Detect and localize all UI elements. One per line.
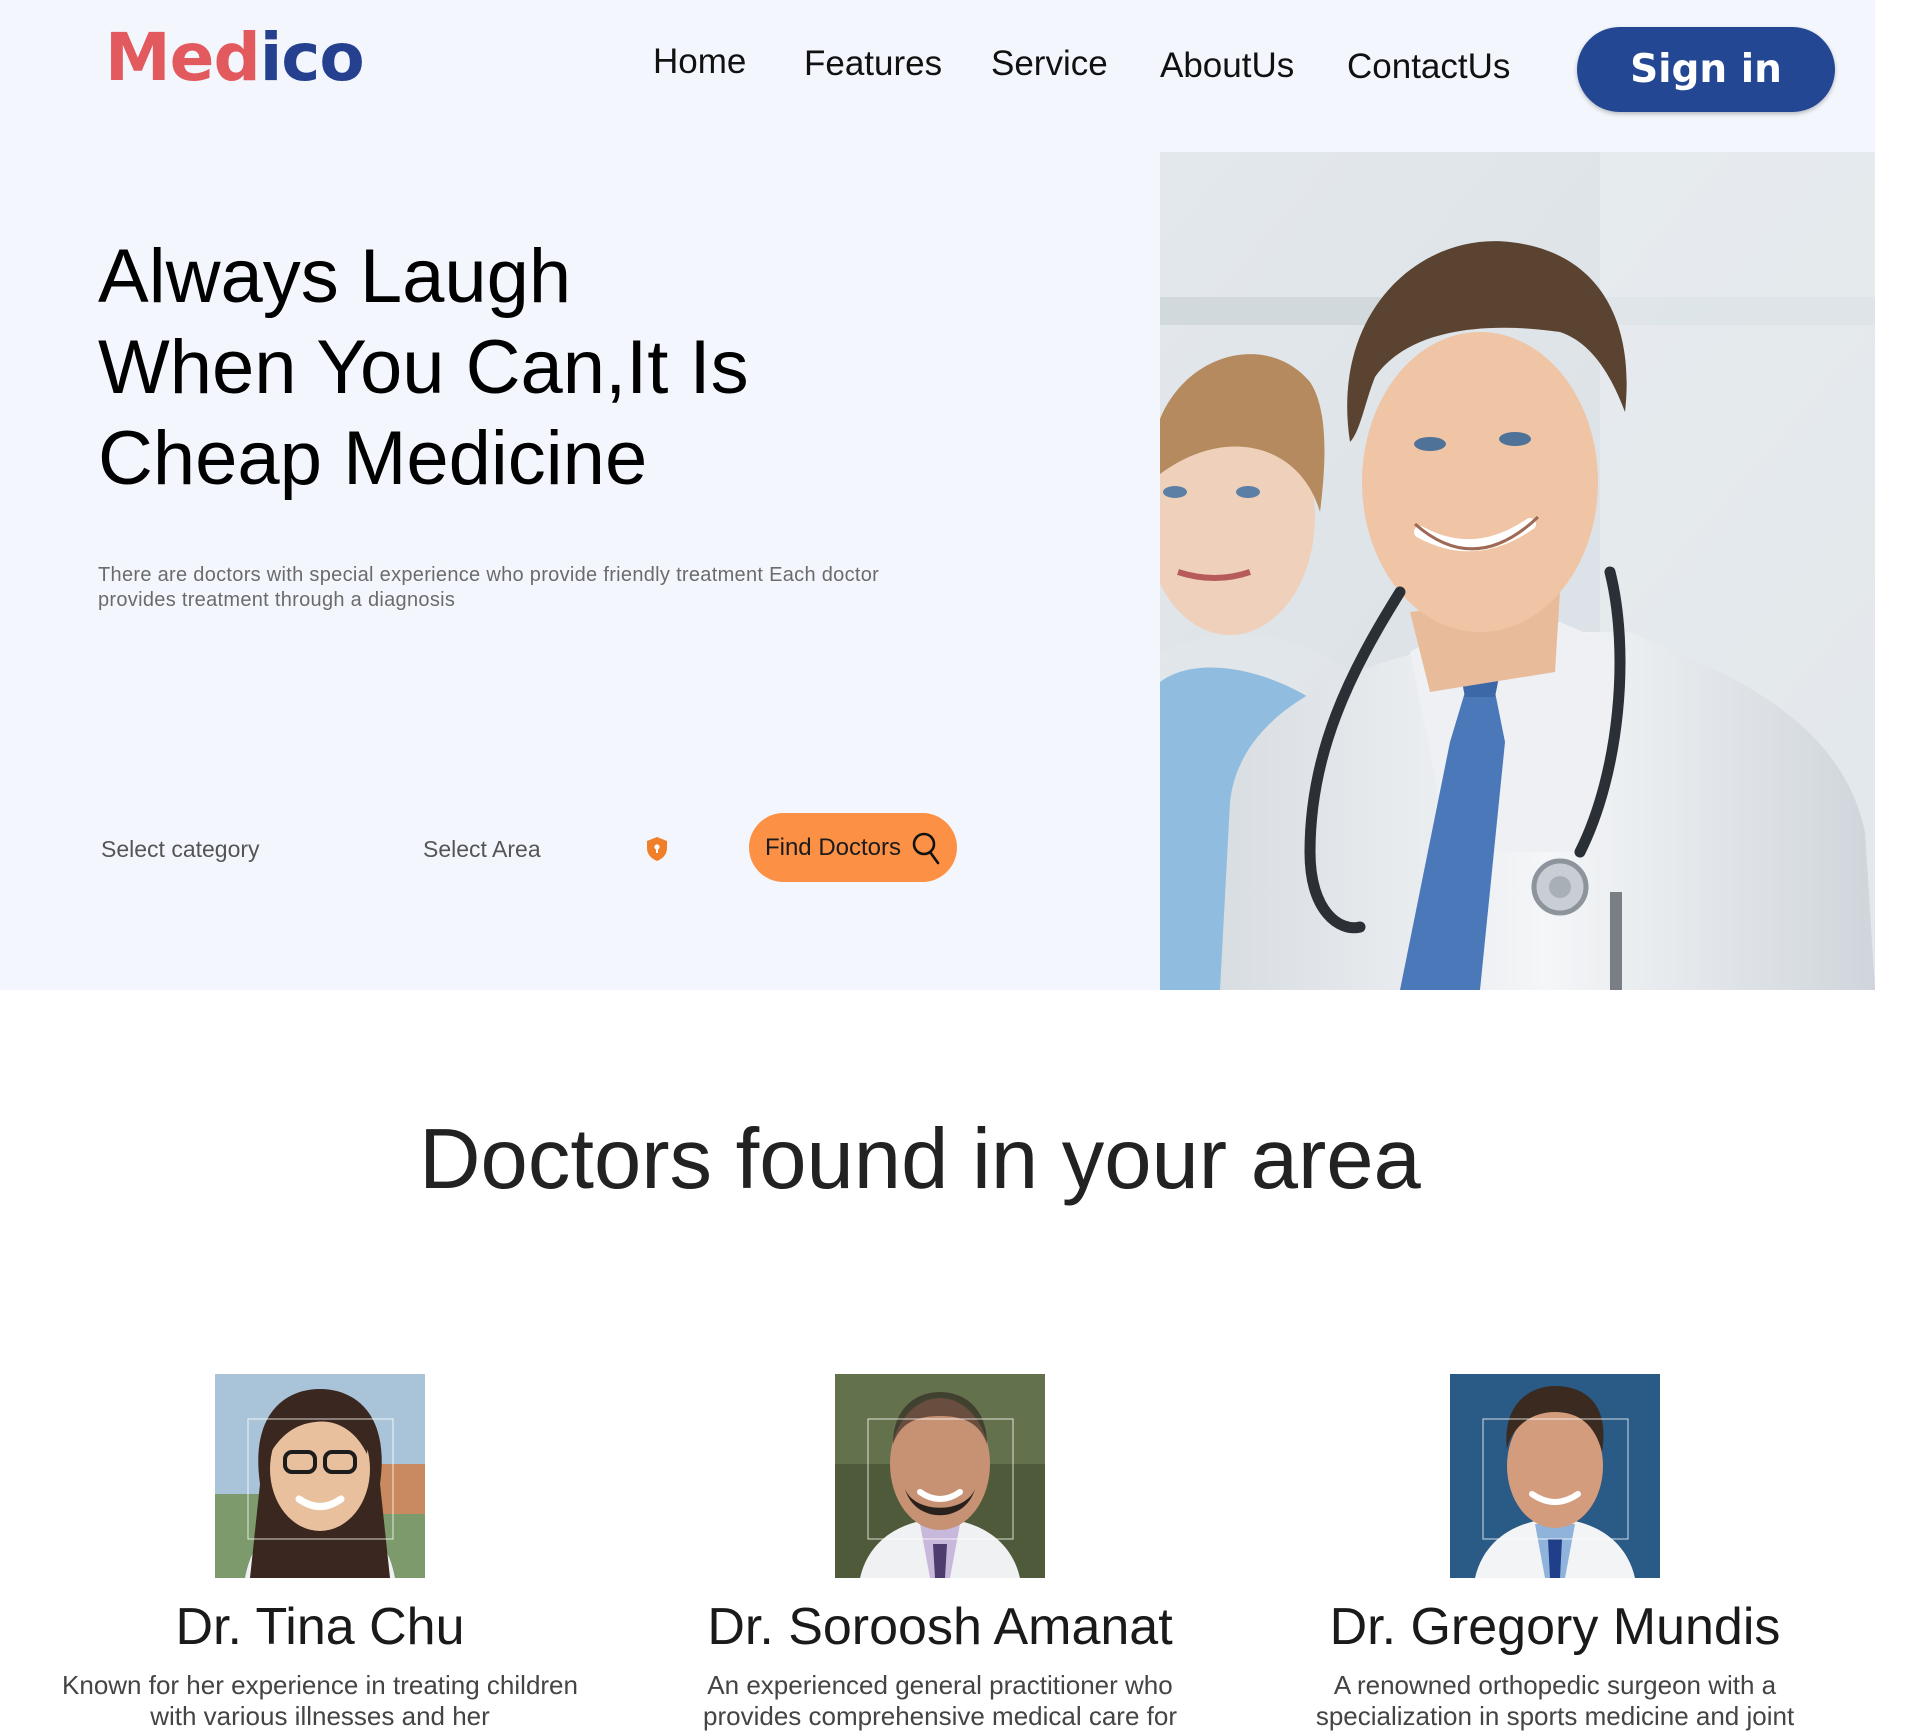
find-doctors-button[interactable]: Find Doctors xyxy=(749,813,957,882)
hero-title-line-3: Cheap Medicine xyxy=(98,416,648,501)
area-select[interactable]: Select Area xyxy=(423,834,541,864)
doctor-photo-soroosh-amanat xyxy=(835,1374,1045,1578)
doctor-card[interactable]: Dr. Gregory Mundis A renowned orthopedic… xyxy=(1275,1374,1835,1732)
hero-title: Always Laugh When You Can,It Is Cheap Me… xyxy=(98,231,749,504)
medico-logo[interactable]: Medico xyxy=(105,18,365,98)
search-icon xyxy=(912,832,940,864)
hero-description: There are doctors with special experienc… xyxy=(98,564,880,611)
category-select[interactable]: Select category xyxy=(101,834,260,864)
find-doctors-label: Find Doctors xyxy=(764,833,902,861)
logo-text-med: Med xyxy=(105,19,261,96)
doctor-photo-tina-chu xyxy=(215,1374,425,1578)
doctor-name: Dr. Gregory Mundis xyxy=(1329,1598,1781,1656)
doctor-card[interactable]: Dr. Soroosh Amanat An experienced genera… xyxy=(660,1374,1220,1732)
hero-title-line-2: When You Can,It Is xyxy=(98,325,749,410)
doctor-card[interactable]: Dr. Tina Chu Known for her experience in… xyxy=(40,1374,600,1732)
hero-title-line-1: Always Laugh xyxy=(98,234,572,319)
doctor-description: Known for her experience in treating chi… xyxy=(62,1670,578,1731)
nav-features[interactable]: Features xyxy=(804,42,942,86)
nav-home[interactable]: Home xyxy=(653,40,746,84)
hero-section: Medico Home Features Service AboutUs Con… xyxy=(0,0,1875,990)
logo-text-ico: ico xyxy=(259,19,365,96)
hero-doctors-photo xyxy=(1160,152,1875,990)
sign-in-button[interactable]: Sign in xyxy=(1577,27,1835,112)
doctor-name: Dr. Soroosh Amanat xyxy=(707,1598,1173,1656)
doctor-name: Dr. Tina Chu xyxy=(175,1598,465,1656)
doctors-section-title: Doctors found in your area xyxy=(419,1112,1421,1207)
doctor-photo-gregory-mundis xyxy=(1450,1374,1660,1578)
nav-contactus[interactable]: ContactUs xyxy=(1347,45,1510,89)
nav-aboutus[interactable]: AboutUs xyxy=(1160,44,1294,88)
doctor-description: A renowned orthopedic surgeon with a spe… xyxy=(1315,1670,1795,1731)
doctor-description: An experienced general practitioner who … xyxy=(703,1670,1177,1731)
nav-service[interactable]: Service xyxy=(991,42,1108,86)
shield-icon[interactable] xyxy=(646,836,668,862)
